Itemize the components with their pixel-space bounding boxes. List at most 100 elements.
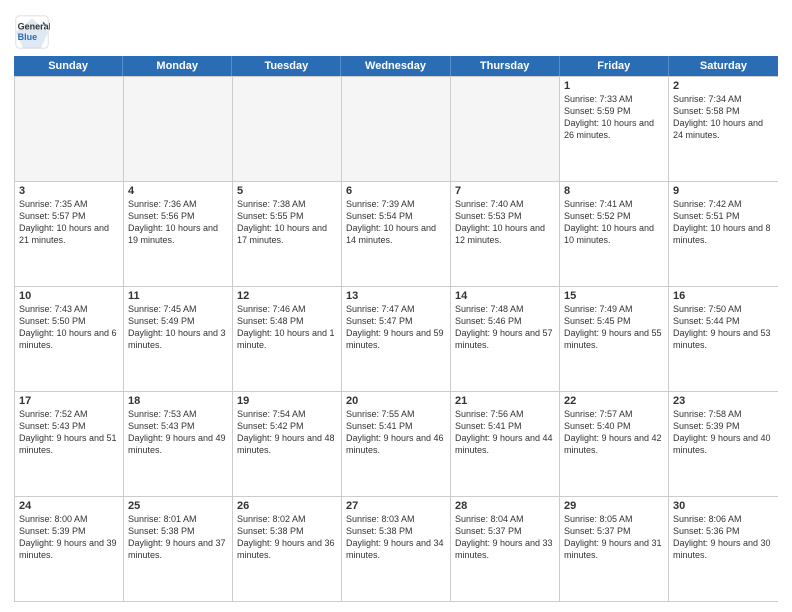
cell-details: Sunrise: 7:54 AMSunset: 5:42 PMDaylight:… (237, 408, 337, 457)
day-number: 13 (346, 290, 446, 302)
day-header-wednesday: Wednesday (341, 56, 450, 76)
calendar-cell: 10Sunrise: 7:43 AMSunset: 5:50 PMDayligh… (15, 287, 124, 391)
cell-details: Sunrise: 7:49 AMSunset: 5:45 PMDaylight:… (564, 303, 664, 352)
day-number: 21 (455, 395, 555, 407)
cell-details: Sunrise: 7:38 AMSunset: 5:55 PMDaylight:… (237, 198, 337, 247)
calendar-cell: 14Sunrise: 7:48 AMSunset: 5:46 PMDayligh… (451, 287, 560, 391)
cell-details: Sunrise: 7:45 AMSunset: 5:49 PMDaylight:… (128, 303, 228, 352)
calendar-row-4: 17Sunrise: 7:52 AMSunset: 5:43 PMDayligh… (15, 391, 778, 496)
calendar-cell: 28Sunrise: 8:04 AMSunset: 5:37 PMDayligh… (451, 497, 560, 601)
svg-text:Blue: Blue (18, 32, 38, 42)
calendar-cell: 8Sunrise: 7:41 AMSunset: 5:52 PMDaylight… (560, 182, 669, 286)
cell-details: Sunrise: 7:41 AMSunset: 5:52 PMDaylight:… (564, 198, 664, 247)
day-header-sunday: Sunday (14, 56, 123, 76)
cell-details: Sunrise: 8:04 AMSunset: 5:37 PMDaylight:… (455, 513, 555, 562)
calendar-cell: 9Sunrise: 7:42 AMSunset: 5:51 PMDaylight… (669, 182, 778, 286)
page: General Blue SundayMondayTuesdayWednesda… (0, 0, 792, 612)
day-header-monday: Monday (123, 56, 232, 76)
logo: General Blue (14, 14, 52, 50)
day-number: 8 (564, 185, 664, 197)
day-number: 3 (19, 185, 119, 197)
cell-details: Sunrise: 8:03 AMSunset: 5:38 PMDaylight:… (346, 513, 446, 562)
day-number: 16 (673, 290, 774, 302)
calendar-cell: 17Sunrise: 7:52 AMSunset: 5:43 PMDayligh… (15, 392, 124, 496)
calendar-cell: 3Sunrise: 7:35 AMSunset: 5:57 PMDaylight… (15, 182, 124, 286)
calendar-cell (15, 77, 124, 181)
cell-details: Sunrise: 7:58 AMSunset: 5:39 PMDaylight:… (673, 408, 774, 457)
calendar-cell: 2Sunrise: 7:34 AMSunset: 5:58 PMDaylight… (669, 77, 778, 181)
day-number: 26 (237, 500, 337, 512)
calendar-cell: 16Sunrise: 7:50 AMSunset: 5:44 PMDayligh… (669, 287, 778, 391)
cell-details: Sunrise: 7:43 AMSunset: 5:50 PMDaylight:… (19, 303, 119, 352)
day-number: 29 (564, 500, 664, 512)
calendar-cell: 25Sunrise: 8:01 AMSunset: 5:38 PMDayligh… (124, 497, 233, 601)
day-number: 17 (19, 395, 119, 407)
logo-icon: General Blue (14, 14, 50, 50)
calendar-cell: 11Sunrise: 7:45 AMSunset: 5:49 PMDayligh… (124, 287, 233, 391)
calendar-cell: 24Sunrise: 8:00 AMSunset: 5:39 PMDayligh… (15, 497, 124, 601)
cell-details: Sunrise: 7:35 AMSunset: 5:57 PMDaylight:… (19, 198, 119, 247)
calendar-cell: 21Sunrise: 7:56 AMSunset: 5:41 PMDayligh… (451, 392, 560, 496)
calendar-cell: 5Sunrise: 7:38 AMSunset: 5:55 PMDaylight… (233, 182, 342, 286)
day-number: 24 (19, 500, 119, 512)
calendar-cell: 30Sunrise: 8:06 AMSunset: 5:36 PMDayligh… (669, 497, 778, 601)
calendar-row-2: 3Sunrise: 7:35 AMSunset: 5:57 PMDaylight… (15, 181, 778, 286)
day-number: 1 (564, 80, 664, 92)
cell-details: Sunrise: 7:33 AMSunset: 5:59 PMDaylight:… (564, 93, 664, 142)
cell-details: Sunrise: 8:05 AMSunset: 5:37 PMDaylight:… (564, 513, 664, 562)
cell-details: Sunrise: 7:42 AMSunset: 5:51 PMDaylight:… (673, 198, 774, 247)
calendar-cell: 4Sunrise: 7:36 AMSunset: 5:56 PMDaylight… (124, 182, 233, 286)
cell-details: Sunrise: 7:36 AMSunset: 5:56 PMDaylight:… (128, 198, 228, 247)
cell-details: Sunrise: 7:40 AMSunset: 5:53 PMDaylight:… (455, 198, 555, 247)
cell-details: Sunrise: 8:00 AMSunset: 5:39 PMDaylight:… (19, 513, 119, 562)
day-number: 4 (128, 185, 228, 197)
calendar-row-5: 24Sunrise: 8:00 AMSunset: 5:39 PMDayligh… (15, 496, 778, 601)
calendar-cell: 29Sunrise: 8:05 AMSunset: 5:37 PMDayligh… (560, 497, 669, 601)
calendar-cell: 6Sunrise: 7:39 AMSunset: 5:54 PMDaylight… (342, 182, 451, 286)
calendar-cell: 19Sunrise: 7:54 AMSunset: 5:42 PMDayligh… (233, 392, 342, 496)
day-number: 18 (128, 395, 228, 407)
header: General Blue (14, 10, 778, 50)
calendar-cell: 22Sunrise: 7:57 AMSunset: 5:40 PMDayligh… (560, 392, 669, 496)
day-number: 27 (346, 500, 446, 512)
cell-details: Sunrise: 7:56 AMSunset: 5:41 PMDaylight:… (455, 408, 555, 457)
day-header-friday: Friday (560, 56, 669, 76)
calendar-cell: 15Sunrise: 7:49 AMSunset: 5:45 PMDayligh… (560, 287, 669, 391)
calendar-cell (342, 77, 451, 181)
calendar-cell: 18Sunrise: 7:53 AMSunset: 5:43 PMDayligh… (124, 392, 233, 496)
calendar-cell (124, 77, 233, 181)
calendar-cell: 27Sunrise: 8:03 AMSunset: 5:38 PMDayligh… (342, 497, 451, 601)
day-number: 5 (237, 185, 337, 197)
day-number: 10 (19, 290, 119, 302)
calendar-row-1: 1Sunrise: 7:33 AMSunset: 5:59 PMDaylight… (15, 76, 778, 181)
calendar-cell: 7Sunrise: 7:40 AMSunset: 5:53 PMDaylight… (451, 182, 560, 286)
cell-details: Sunrise: 8:02 AMSunset: 5:38 PMDaylight:… (237, 513, 337, 562)
calendar: SundayMondayTuesdayWednesdayThursdayFrid… (14, 56, 778, 602)
day-number: 2 (673, 80, 774, 92)
day-header-saturday: Saturday (669, 56, 778, 76)
cell-details: Sunrise: 7:55 AMSunset: 5:41 PMDaylight:… (346, 408, 446, 457)
calendar-cell: 23Sunrise: 7:58 AMSunset: 5:39 PMDayligh… (669, 392, 778, 496)
day-number: 20 (346, 395, 446, 407)
calendar-row-3: 10Sunrise: 7:43 AMSunset: 5:50 PMDayligh… (15, 286, 778, 391)
calendar-body: 1Sunrise: 7:33 AMSunset: 5:59 PMDaylight… (14, 76, 778, 602)
day-number: 7 (455, 185, 555, 197)
cell-details: Sunrise: 7:47 AMSunset: 5:47 PMDaylight:… (346, 303, 446, 352)
cell-details: Sunrise: 7:53 AMSunset: 5:43 PMDaylight:… (128, 408, 228, 457)
calendar-cell: 1Sunrise: 7:33 AMSunset: 5:59 PMDaylight… (560, 77, 669, 181)
cell-details: Sunrise: 7:57 AMSunset: 5:40 PMDaylight:… (564, 408, 664, 457)
cell-details: Sunrise: 8:01 AMSunset: 5:38 PMDaylight:… (128, 513, 228, 562)
day-number: 30 (673, 500, 774, 512)
calendar-cell (451, 77, 560, 181)
day-number: 14 (455, 290, 555, 302)
calendar-cell (233, 77, 342, 181)
calendar-header: SundayMondayTuesdayWednesdayThursdayFrid… (14, 56, 778, 76)
cell-details: Sunrise: 7:52 AMSunset: 5:43 PMDaylight:… (19, 408, 119, 457)
calendar-cell: 20Sunrise: 7:55 AMSunset: 5:41 PMDayligh… (342, 392, 451, 496)
cell-details: Sunrise: 7:48 AMSunset: 5:46 PMDaylight:… (455, 303, 555, 352)
cell-details: Sunrise: 7:39 AMSunset: 5:54 PMDaylight:… (346, 198, 446, 247)
cell-details: Sunrise: 7:46 AMSunset: 5:48 PMDaylight:… (237, 303, 337, 352)
day-number: 11 (128, 290, 228, 302)
day-number: 12 (237, 290, 337, 302)
day-number: 22 (564, 395, 664, 407)
